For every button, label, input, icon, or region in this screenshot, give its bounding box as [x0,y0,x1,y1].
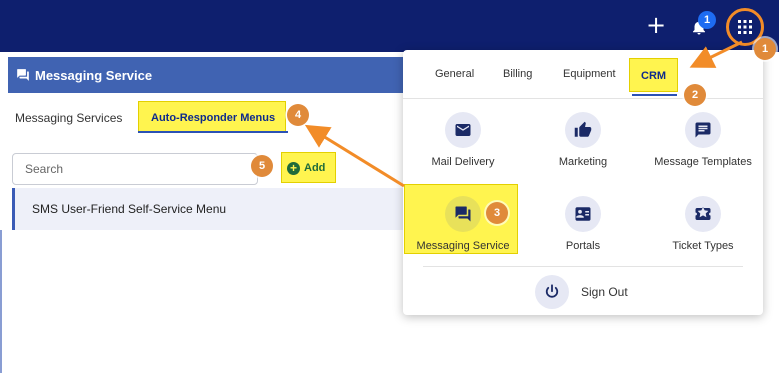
panel-header: Messaging Service [8,57,448,93]
divider [423,266,743,267]
plus-icon[interactable]: + [646,13,666,37]
plus-circle-icon: + [287,162,300,175]
top-bar: + 1 [0,0,779,52]
power-icon [535,275,569,309]
list-item-label: SMS User-Friend Self-Service Menu [32,202,227,216]
divider [0,230,2,373]
dropdown-tab-general[interactable]: General [435,68,474,80]
thumbs-up-icon [565,112,601,148]
menu-item-label: Messaging Service [416,240,510,252]
menu-item-ticket-types[interactable]: Ticket Types [643,196,763,268]
menu-item-label: Marketing [558,156,608,168]
tab-messaging-services[interactable]: Messaging Services [15,111,122,125]
active-tab-indicator [138,131,288,133]
menu-item-marketing[interactable]: Marketing [523,112,643,184]
tab-label: Auto-Responder Menus [151,112,276,124]
menu-item-portals[interactable]: Portals [523,196,643,268]
active-tab-indicator [632,94,677,96]
menu-item-label: Ticket Types [672,240,734,252]
step-marker-5: 5 [251,155,273,177]
sign-out-button[interactable]: Sign Out [535,275,645,309]
tab-bar: Messaging Services Auto-Responder Menus [0,100,440,134]
notification-badge: 1 [698,11,716,29]
menu-item-message-templates[interactable]: Message Templates [643,112,763,184]
ticket-icon [685,196,721,232]
divider [403,98,763,99]
step-marker-4: 4 [287,104,309,126]
dropdown-tab-crm[interactable]: CRM [629,58,678,92]
step-marker-3: 3 [486,202,508,224]
message-template-icon [685,112,721,148]
menu-item-label: Message Templates [654,156,752,168]
mail-icon [445,112,481,148]
tab-auto-responder-menus[interactable]: Auto-Responder Menus [138,101,286,132]
sign-out-label: Sign Out [581,285,628,299]
chat-icon [17,69,29,81]
dropdown-tab-label: CRM [641,70,667,82]
apps-dropdown-menu: General Billing Equipment CRM Mail Deliv… [403,50,763,315]
menu-item-mail-delivery[interactable]: Mail Delivery [403,112,523,184]
add-button-label: Add [304,162,326,174]
apps-grid-icon [738,20,752,34]
step-marker-2: 2 [684,84,706,106]
search-input[interactable] [25,155,245,183]
menu-item-label: Mail Delivery [431,156,495,168]
step-marker-1: 1 [754,38,776,60]
list-item[interactable]: SMS User-Friend Self-Service Menu [12,188,432,230]
contact-card-icon [565,196,601,232]
dropdown-tab-billing[interactable]: Billing [503,68,532,80]
chat-icon [445,196,481,232]
menu-item-label: Portals [565,240,601,252]
add-button[interactable]: + Add [281,152,336,183]
dropdown-tab-equipment[interactable]: Equipment [563,68,616,80]
page-title: Messaging Service [35,68,153,83]
search-box [12,153,258,185]
